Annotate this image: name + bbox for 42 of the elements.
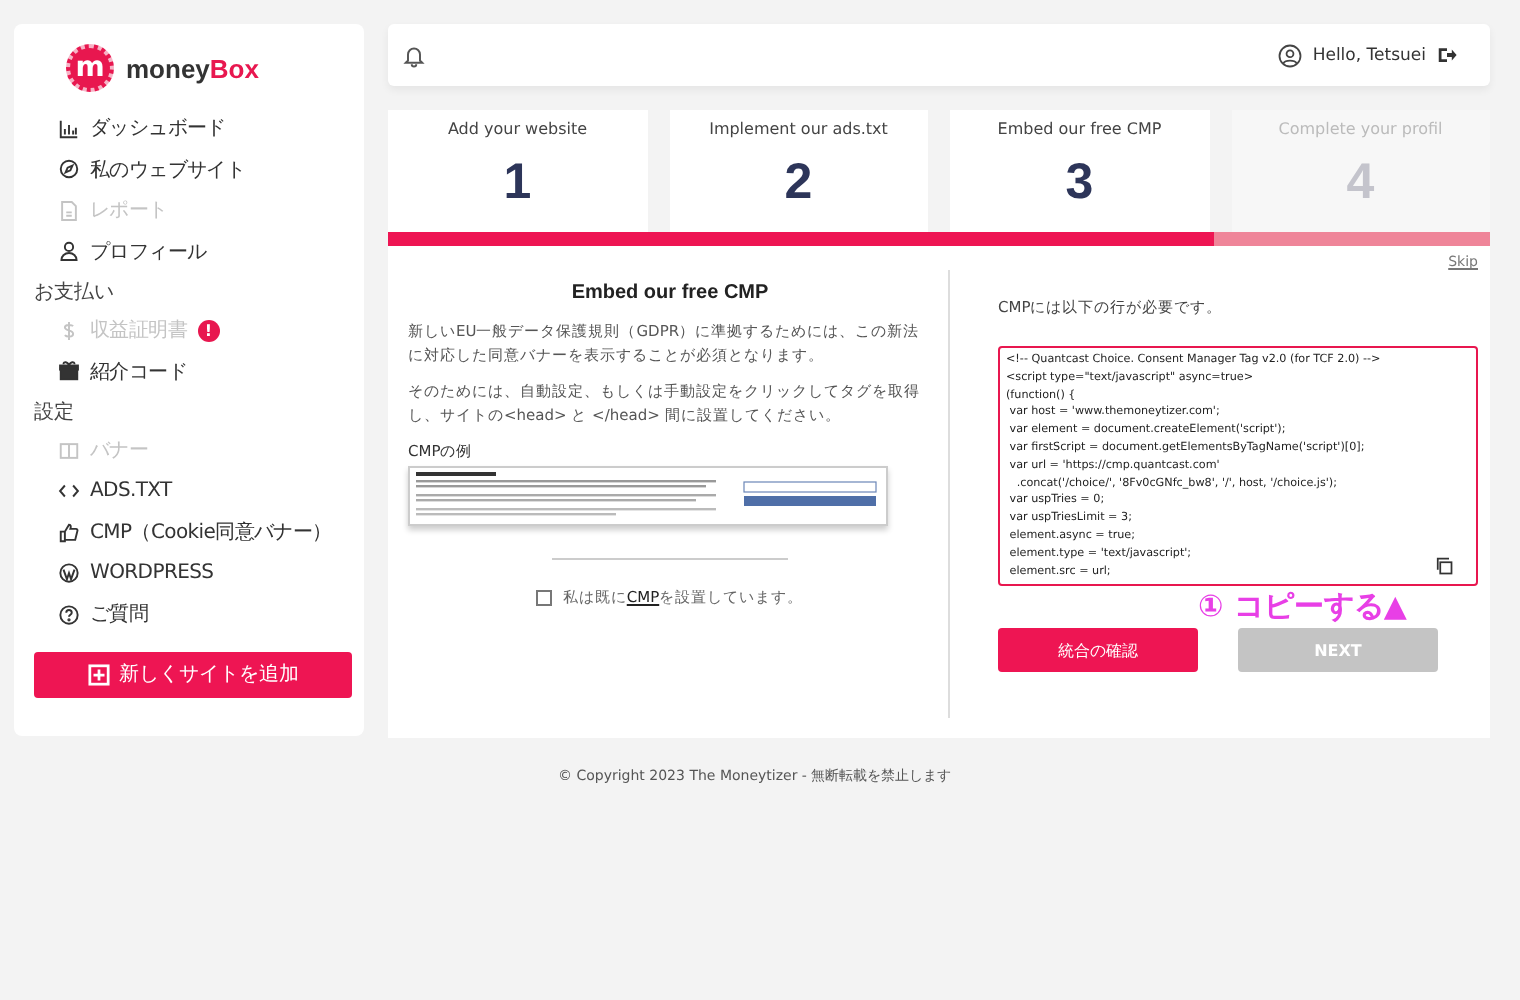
sidebar-item[interactable]: CMP（Cookie同意バナー） [34, 512, 352, 553]
section-heading: お支払い [34, 279, 116, 306]
sidebar-item[interactable]: 紹介コード [34, 351, 352, 392]
notification-bell-icon[interactable] [402, 43, 426, 67]
sidebar-item[interactable]: プロフィール [34, 231, 352, 272]
gift-icon [58, 360, 80, 383]
step-label: Add your website [447, 120, 588, 138]
checkbox[interactable] [536, 589, 553, 605]
section-heading: 設定 [34, 399, 76, 426]
help-icon [58, 603, 80, 626]
copy-icon[interactable] [1434, 556, 1454, 576]
wordpress-icon [58, 562, 80, 585]
annotation-text: ① コピーする▲ [1198, 588, 1409, 626]
step-number: 1 [503, 154, 532, 212]
layout-icon [58, 439, 80, 462]
logout-icon[interactable] [1436, 44, 1458, 66]
step-label: Embed our free CMP [997, 120, 1162, 138]
sidebar-item[interactable]: WORDPRESS [34, 553, 352, 594]
code-icon [58, 480, 80, 503]
logo-icon: m [66, 44, 114, 92]
confirm-button[interactable]: 統合の確認 [998, 628, 1198, 672]
section-title: Embed our free CMP [569, 282, 771, 304]
bar-chart-icon [58, 117, 80, 140]
logo-text: moneyBox [126, 53, 259, 83]
user-greeting: Hello, Tetsuei [1312, 45, 1426, 65]
add-site-button[interactable]: 新しくサイトを追加 [34, 651, 352, 697]
user-icon [1278, 43, 1303, 67]
step-label: Implement our ads.txt [709, 120, 888, 138]
user-icon [58, 240, 80, 263]
plus-square-icon [87, 663, 109, 685]
step-label: Complete your profil [1278, 120, 1443, 138]
dollar-icon [58, 319, 80, 342]
document-icon [58, 199, 80, 222]
sidebar-item[interactable]: ご質問 [34, 594, 352, 635]
step-number: 3 [1065, 154, 1094, 212]
compass-icon [58, 158, 80, 181]
sidebar-item[interactable]: 私のウェブサイト [34, 149, 352, 190]
thumbs-up-icon [58, 521, 80, 544]
alert-badge: ! [197, 319, 220, 342]
step-number: 2 [784, 154, 813, 212]
sidebar-item[interactable]: ダッシュボード [34, 108, 352, 149]
sidebar-item[interactable]: ADS.TXT [34, 471, 352, 512]
